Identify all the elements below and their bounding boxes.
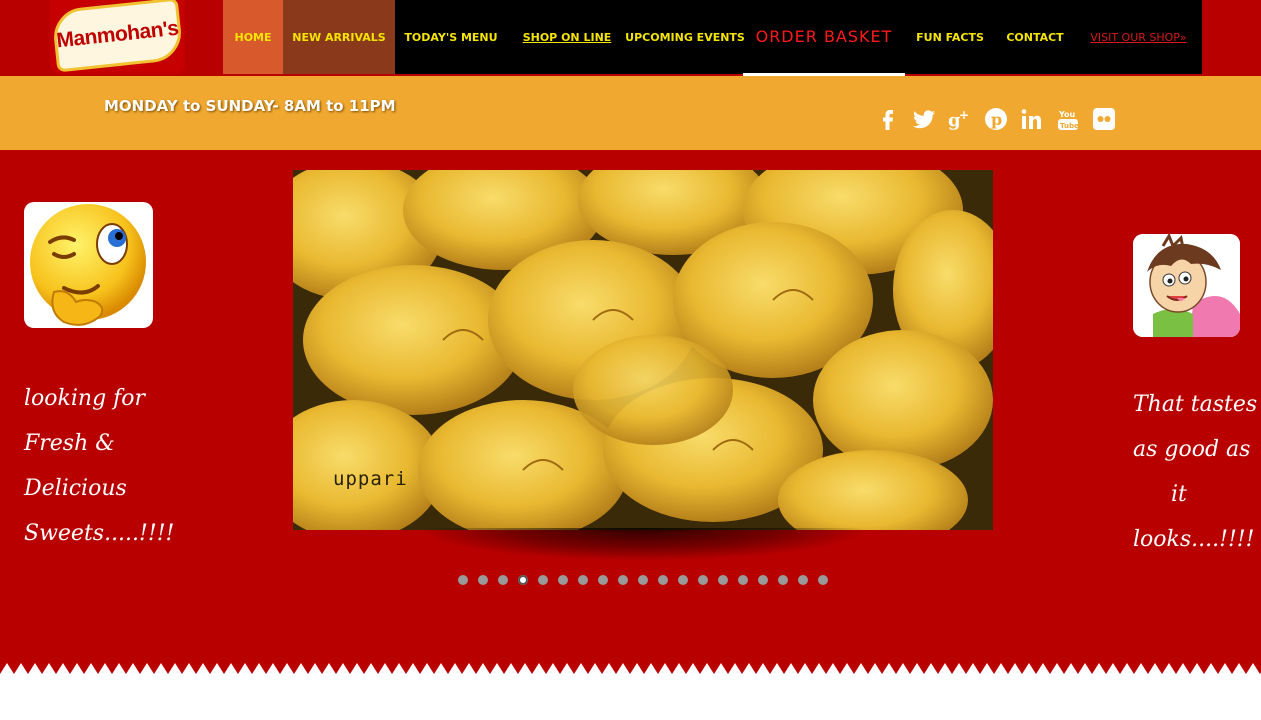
pinterest-icon[interactable]: p xyxy=(983,106,1009,132)
logo-badge: Manmohan's xyxy=(51,0,184,73)
slider-dot[interactable] xyxy=(778,575,788,585)
site-header: Manmohan's HOME NEW ARRIVALS TODAY'S MEN… xyxy=(0,0,1261,76)
youtube-icon[interactable]: You Tube xyxy=(1055,106,1081,132)
svg-text:+: + xyxy=(959,108,969,122)
svg-text:p: p xyxy=(991,110,1002,129)
left-tagline-line: Fresh & xyxy=(24,431,115,456)
slider-shadow xyxy=(423,528,863,560)
slider-dot[interactable] xyxy=(678,575,688,585)
nav-shop-online[interactable]: SHOP ON LINE xyxy=(507,0,627,74)
left-tagline-line: Delicious xyxy=(24,476,127,501)
tasting-girl-image xyxy=(1133,234,1240,337)
slider-dot[interactable] xyxy=(818,575,828,585)
slider-dot[interactable] xyxy=(478,575,488,585)
twitter-icon[interactable] xyxy=(911,106,937,132)
slider-dot[interactable] xyxy=(518,575,528,585)
nav-upcoming-events[interactable]: UPCOMING EVENTS xyxy=(625,0,745,74)
nav-home[interactable]: HOME xyxy=(223,0,283,74)
slider-dot[interactable] xyxy=(698,575,708,585)
right-tagline-line: as good as xyxy=(1133,437,1251,462)
right-tagline-line: That tastes xyxy=(1133,392,1258,417)
slider-dot[interactable] xyxy=(798,575,808,585)
slider-dot[interactable] xyxy=(638,575,648,585)
logo[interactable]: Manmohan's xyxy=(50,0,185,74)
zigzag-border xyxy=(0,663,1261,720)
left-tagline-line: Sweets.....!!!! xyxy=(24,521,175,546)
nav-fun-facts[interactable]: FUN FACTS xyxy=(905,0,995,74)
slider-dot[interactable] xyxy=(538,575,548,585)
slider-dot[interactable] xyxy=(458,575,468,585)
linkedin-icon[interactable] xyxy=(1019,106,1045,132)
left-tagline: looking for Fresh & Delicious Sweets....… xyxy=(24,376,204,556)
social-links: g + p You Tube xyxy=(875,106,1117,132)
google-plus-icon[interactable]: g + xyxy=(947,106,973,132)
right-tagline: That tastes as good as it looks....!!!! xyxy=(1133,382,1261,562)
nav-todays-menu[interactable]: TODAY'S MENU xyxy=(395,0,507,74)
right-tagline-line: looks....!!!! xyxy=(1133,527,1255,552)
slider-dot[interactable] xyxy=(558,575,568,585)
facebook-icon[interactable] xyxy=(875,106,901,132)
nav-new-arrivals[interactable]: NEW ARRIVALS xyxy=(283,0,395,74)
left-tagline-line: looking for xyxy=(24,386,146,411)
thinking-emoji-image xyxy=(24,202,153,328)
opening-hours: MONDAY to SUNDAY- 8AM to 11PM xyxy=(104,97,396,115)
slider-dot[interactable] xyxy=(658,575,668,585)
right-tagline-line: it xyxy=(1171,482,1187,507)
main-nav: HOME NEW ARRIVALS TODAY'S MENU SHOP ON L… xyxy=(223,0,1202,76)
slider-dot[interactable] xyxy=(578,575,588,585)
nav-visit-our-shop[interactable]: VISIT OUR SHOP» xyxy=(1075,0,1202,74)
slider-dot[interactable] xyxy=(738,575,748,585)
slider-dot[interactable] xyxy=(598,575,608,585)
slider-dot[interactable] xyxy=(618,575,628,585)
slider-dot[interactable] xyxy=(498,575,508,585)
nav-contact[interactable]: CONTACT xyxy=(995,0,1075,74)
slider-dot[interactable] xyxy=(758,575,768,585)
slide-caption: uppari xyxy=(333,468,408,490)
slider-dots xyxy=(458,575,828,585)
flickr-icon[interactable] xyxy=(1091,106,1117,132)
svg-text:Tube: Tube xyxy=(1060,122,1079,130)
hero-slider[interactable]: uppari xyxy=(293,170,993,530)
hours-bar: MONDAY to SUNDAY- 8AM to 11PM g + p You Tu… xyxy=(0,76,1261,150)
nav-order-basket[interactable]: ORDER BASKET xyxy=(743,0,905,76)
svg-text:You: You xyxy=(1058,110,1076,119)
slider-dot[interactable] xyxy=(718,575,728,585)
logo-text: Manmohan's xyxy=(55,16,180,53)
